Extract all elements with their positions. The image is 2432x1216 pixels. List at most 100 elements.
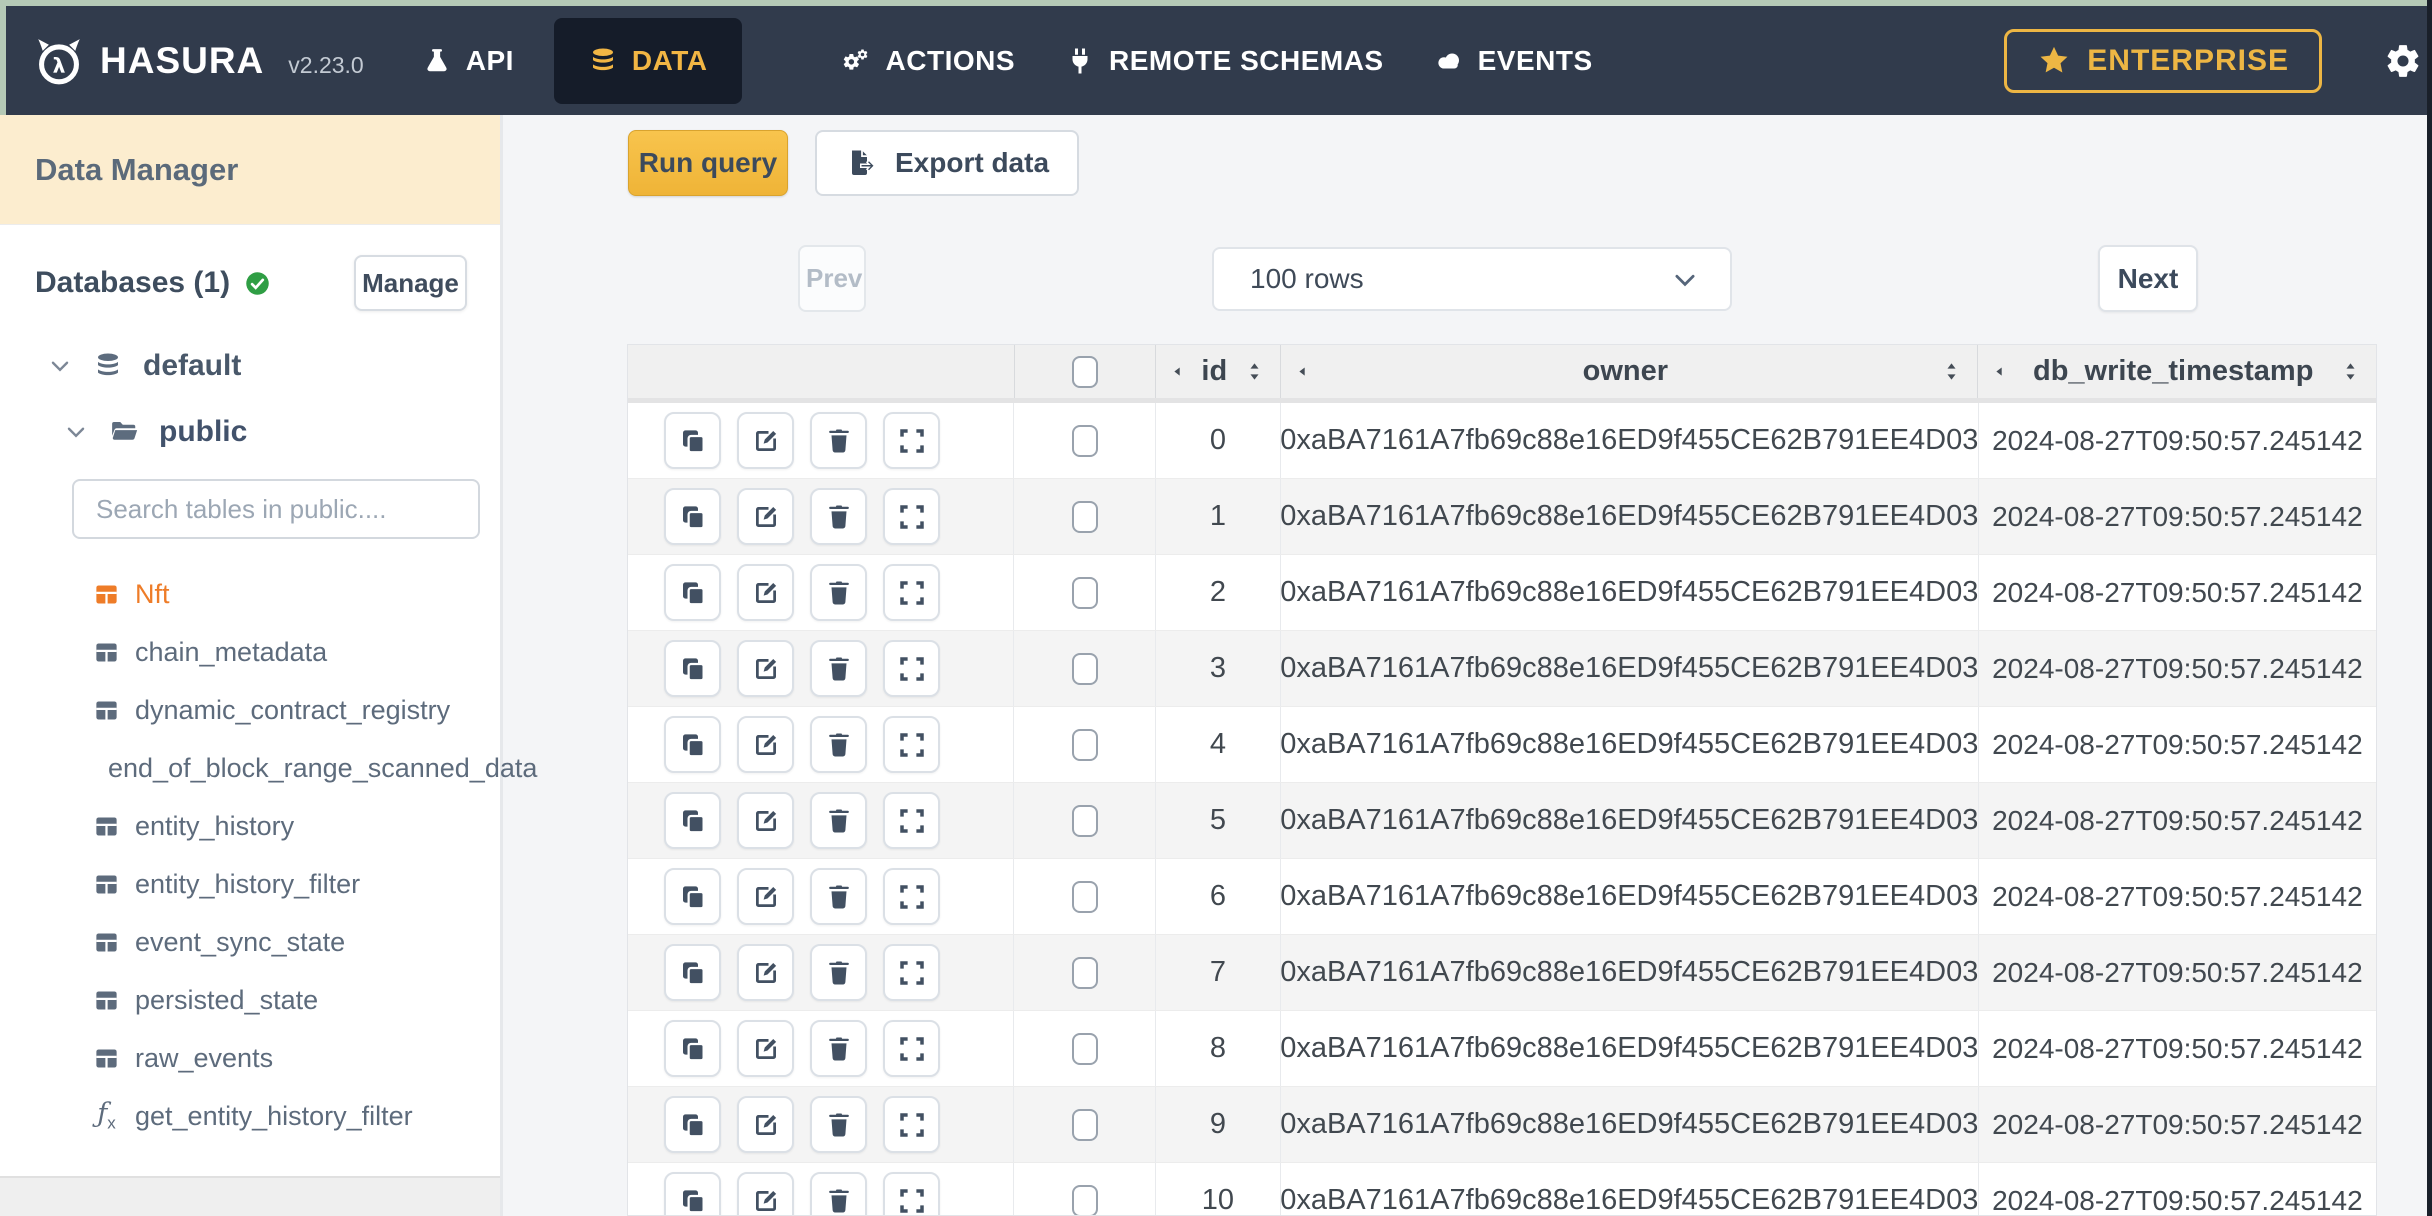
delete-row-button[interactable] [810, 640, 867, 697]
edit-row-button[interactable] [737, 640, 794, 697]
expand-row-button[interactable] [883, 716, 940, 773]
sidebar-table-raw_events[interactable]: raw_events [0, 1029, 500, 1087]
edit-row-button[interactable] [737, 792, 794, 849]
sidebar-table-entity_history_filter[interactable]: entity_history_filter [0, 855, 500, 913]
delete-row-button[interactable] [810, 488, 867, 545]
sort-icon[interactable] [1940, 358, 1963, 385]
edit-row-button[interactable] [737, 944, 794, 1001]
row-checkbox[interactable] [1071, 728, 1098, 761]
sort-icon[interactable] [2339, 358, 2362, 385]
next-page-button[interactable]: Next [2098, 245, 2198, 312]
chevron-down-icon[interactable] [47, 353, 73, 379]
edit-row-button[interactable] [737, 716, 794, 773]
collapse-column-icon[interactable] [1992, 362, 2007, 381]
expand-row-button[interactable] [883, 640, 940, 697]
delete-row-button[interactable] [810, 868, 867, 925]
expand-row-button[interactable] [883, 868, 940, 925]
clone-row-button[interactable] [664, 412, 721, 469]
expand-row-button[interactable] [883, 1172, 940, 1215]
chevron-down-icon[interactable] [63, 419, 89, 445]
row-checkbox[interactable] [1071, 576, 1098, 609]
delete-row-button[interactable] [810, 1096, 867, 1153]
nav-item-remote-schemas[interactable]: REMOTE SCHEMAS [1065, 45, 1384, 77]
tree-node-public-schema[interactable]: public [63, 415, 500, 449]
clone-row-button[interactable] [664, 640, 721, 697]
edit-row-button[interactable] [737, 1172, 794, 1215]
row-checkbox[interactable] [1071, 652, 1098, 685]
delete-row-button[interactable] [810, 792, 867, 849]
clone-row-button[interactable] [664, 868, 721, 925]
nav-item-events[interactable]: EVENTS [1434, 45, 1593, 77]
clone-row-button[interactable] [664, 564, 721, 621]
sidebar-table-event_sync_state[interactable]: event_sync_state [0, 913, 500, 971]
row-checkbox[interactable] [1071, 956, 1098, 989]
sidebar-table-dynamic_contract_registry[interactable]: dynamic_contract_registry [0, 681, 500, 739]
manage-button[interactable]: Manage [354, 255, 467, 311]
hasura-logo[interactable]: λ HASURA [32, 34, 264, 88]
collapse-column-icon[interactable] [1295, 362, 1310, 381]
edit-row-button[interactable] [737, 412, 794, 469]
clone-row-button[interactable] [664, 1096, 721, 1153]
row-checkbox[interactable] [1071, 1184, 1098, 1215]
rows-per-page-select[interactable]: 100 rows [1212, 247, 1732, 311]
edit-row-button[interactable] [737, 1096, 794, 1153]
cell-db-write-timestamp: 2024-08-27T09:50:57.245142 [1977, 707, 2376, 782]
sidebar-table-entity_history[interactable]: entity_history [0, 797, 500, 855]
sidebar-table-Nft[interactable]: Nft [0, 565, 500, 623]
run-query-button[interactable]: Run query [628, 130, 788, 196]
delete-row-button[interactable] [810, 1172, 867, 1215]
delete-row-button[interactable] [810, 564, 867, 621]
prev-page-button[interactable]: Prev [798, 245, 866, 312]
row-checkbox[interactable] [1071, 804, 1098, 837]
nav-item-actions[interactable]: ACTIONS [842, 45, 1016, 77]
clone-row-button[interactable] [664, 716, 721, 773]
clone-row-button[interactable] [664, 1172, 721, 1215]
sidebar-table-end_of_block_range_scanned_data[interactable]: end_of_block_range_scanned_data [0, 739, 537, 797]
expand-row-button[interactable] [883, 944, 940, 1001]
collapse-column-icon[interactable] [1170, 362, 1185, 381]
nav-item-data[interactable]: DATA [553, 17, 742, 104]
expand-row-button[interactable] [883, 412, 940, 469]
export-data-label: Export data [895, 147, 1050, 178]
edit-row-button[interactable] [737, 868, 794, 925]
edit-row-button[interactable] [737, 564, 794, 621]
expand-row-button[interactable] [883, 792, 940, 849]
sidebar-table-persisted_state[interactable]: persisted_state [0, 971, 500, 1029]
expand-row-button[interactable] [883, 1020, 940, 1077]
sort-icon[interactable] [1243, 358, 1266, 385]
sidebar-table-get_entity_history_filter[interactable]: ƒx get_entity_history_filter [0, 1087, 500, 1145]
column-header-db-write-timestamp[interactable]: db_write_timestamp [1977, 345, 2376, 398]
row-checkbox-cell [1013, 707, 1155, 782]
delete-row-button[interactable] [810, 412, 867, 469]
row-checkbox[interactable] [1071, 1108, 1098, 1141]
select-all-checkbox[interactable] [1071, 355, 1098, 388]
sidebar-table-chain_metadata[interactable]: chain_metadata [0, 623, 500, 681]
row-checkbox[interactable] [1071, 880, 1098, 913]
delete-row-button[interactable] [810, 716, 867, 773]
row-checkbox[interactable] [1071, 424, 1098, 457]
cell-owner: 0xaBA7161A7fb69c88e16ED9f455CE62B791EE4D… [1279, 935, 1978, 1010]
clone-row-button[interactable] [664, 488, 721, 545]
search-tables-input[interactable] [72, 479, 480, 539]
nav-item-api[interactable]: API [422, 45, 514, 77]
expand-row-button[interactable] [883, 488, 940, 545]
enterprise-button[interactable]: ENTERPRISE [2004, 28, 2322, 93]
edit-row-button[interactable] [737, 1020, 794, 1077]
column-header-owner[interactable]: owner [1280, 345, 1977, 398]
delete-row-button[interactable] [810, 944, 867, 1001]
row-checkbox-cell [1013, 1163, 1155, 1215]
column-header-id[interactable]: id [1155, 345, 1280, 398]
expand-row-button[interactable] [883, 1096, 940, 1153]
expand-row-button[interactable] [883, 564, 940, 621]
export-data-button[interactable]: Export data [815, 130, 1080, 196]
edit-row-button[interactable] [737, 488, 794, 545]
delete-row-button[interactable] [810, 1020, 867, 1077]
row-actions [628, 783, 1013, 858]
clone-row-button[interactable] [664, 944, 721, 1001]
tree-node-default-database[interactable]: default [47, 349, 500, 383]
clone-row-button[interactable] [664, 792, 721, 849]
row-checkbox[interactable] [1071, 500, 1098, 533]
row-checkbox[interactable] [1071, 1032, 1098, 1065]
clone-row-button[interactable] [664, 1020, 721, 1077]
settings-gear-icon[interactable] [2384, 42, 2422, 80]
